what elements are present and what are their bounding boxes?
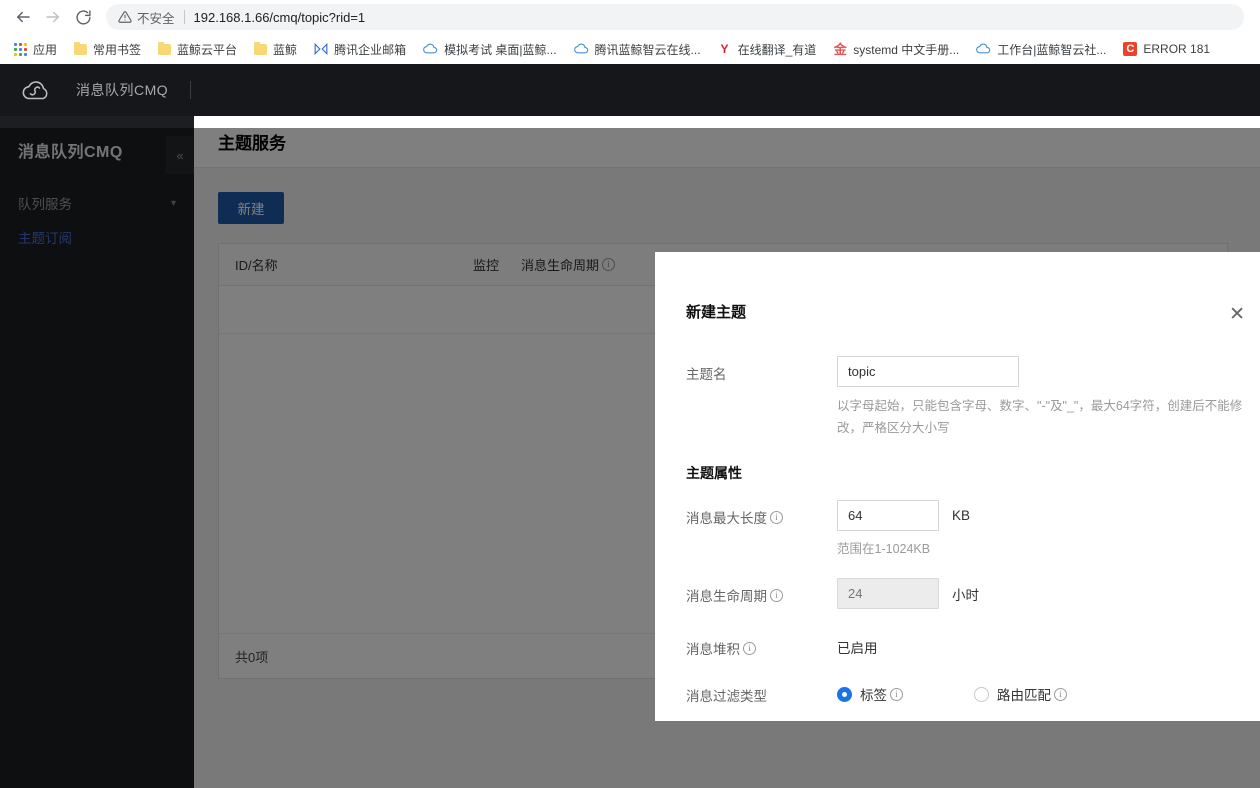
info-icon[interactable]: i [770,511,783,524]
field-accumulation: 消息堆积 i 已启用 [686,631,1244,658]
youdao-y-icon: Y [718,42,732,56]
radio-option-tag[interactable]: 标签 i [837,684,903,704]
bookmark-label: 模拟考试 桌面|蓝鲸... [444,41,556,58]
bookmark-item[interactable]: 常用书签 [66,37,149,61]
field-label: 消息生命周期 i [686,578,837,605]
jin-icon: 金 [833,42,847,56]
close-icon[interactable]: ✕ [1229,305,1245,330]
bookmarks-bar: 应用 常用书签 蓝鲸云平台 蓝鲸 腾讯企业邮箱 模拟考试 桌面|蓝鲸... [0,34,1260,64]
radio-label-text: 路由匹配 [997,684,1051,704]
dialog-header: 新建主题 ✕ [655,252,1260,330]
cloud-icon [976,43,991,55]
bookmark-item[interactable]: 蓝鲸 [246,37,305,61]
bookmark-label: 蓝鲸云平台 [177,41,237,58]
max-length-input[interactable] [837,500,939,531]
radio-label: 路由匹配 i [997,684,1067,704]
radio-option-route-match[interactable]: 路由匹配 i [974,684,1067,704]
cloud-icon [423,43,438,55]
info-icon[interactable]: i [890,688,903,701]
product-name: 消息队列CMQ [76,80,168,100]
max-length-help-text: 范围在1-1024KB [837,538,1244,560]
bookmark-label: 常用书签 [93,41,141,58]
bookmark-item[interactable]: C ERROR 181 [1115,37,1218,61]
field-max-length: 消息最大长度 i KB [686,500,1244,531]
mail-bowtie-icon [314,42,328,56]
create-topic-dialog: 新建主题 ✕ 主题名 以字母起始，只能包含字母、数字、"-"及"_"，最大64字… [655,252,1260,721]
url-text: 192.168.1.66/cmq/topic?rid=1 [194,10,366,25]
c-square-icon: C [1123,42,1137,56]
apps-shortcut[interactable]: 应用 [6,37,65,61]
bookmark-item[interactable]: Y 在线翻译_有道 [710,37,825,61]
radio-label-text: 标签 [860,684,887,704]
filter-type-radio-group: 标签 i 路由匹配 i [837,678,1067,704]
cloud-logo-icon[interactable] [18,72,54,108]
lifecycle-input[interactable] [837,578,939,609]
dialog-body: 主题名 以字母起始，只能包含字母、数字、"-"及"_"，最大64字符，创建后不能… [655,330,1260,721]
field-label: 消息过滤类型 [686,678,837,705]
bookmark-label: 工作台|蓝鲸智云社... [997,41,1106,58]
address-bar[interactable]: 不安全 192.168.1.66/cmq/topic?rid=1 [106,4,1244,30]
bookmark-item[interactable]: 工作台|蓝鲸智云社... [968,37,1114,61]
folder-icon [158,44,171,55]
browser-chrome: 不安全 192.168.1.66/cmq/topic?rid=1 应用 常用书签… [0,0,1260,64]
forward-icon[interactable] [38,2,68,32]
field-label-text: 消息最大长度 [686,507,767,527]
info-icon[interactable]: i [743,642,756,655]
folder-icon [74,44,87,55]
bookmark-item[interactable]: 腾讯企业邮箱 [306,37,414,61]
bookmark-item[interactable]: 模拟考试 桌面|蓝鲸... [415,37,564,61]
reload-icon[interactable] [68,2,98,32]
dialog-footer: 提交 关闭 [686,705,1244,721]
bookmark-label: 蓝鲸 [273,41,297,58]
bookmark-item[interactable]: 金 systemd 中文手册... [825,37,967,61]
cloud-icon [574,43,589,55]
bookmark-label: systemd 中文手册... [853,41,959,58]
bookmark-item[interactable]: 腾讯蓝鲸智云在线... [566,37,709,61]
bookmark-label: 在线翻译_有道 [738,41,817,58]
max-length-unit: KB [952,508,970,523]
accumulation-value: 已启用 [837,631,878,657]
app-top-header: 消息队列CMQ [0,64,1260,116]
browser-toolbar: 不安全 192.168.1.66/cmq/topic?rid=1 [0,0,1260,34]
field-label-text: 消息堆积 [686,638,740,658]
field-topic-name: 主题名 [686,356,1244,387]
bookmark-label: 腾讯企业邮箱 [334,41,406,58]
radio-indicator[interactable] [974,687,989,702]
bookmark-item[interactable]: 蓝鲸云平台 [150,37,245,61]
info-icon[interactable]: i [770,589,783,602]
bookmark-label: 腾讯蓝鲸智云在线... [595,41,701,58]
folder-icon [254,44,267,55]
apps-label: 应用 [33,41,57,58]
apps-grid-icon [14,43,27,56]
field-filter-type: 消息过滤类型 标签 i 路由匹配 i [686,678,1244,705]
field-label: 主题名 [686,356,837,383]
topic-name-input[interactable] [837,356,1019,387]
field-label-text: 消息生命周期 [686,585,767,605]
field-label: 消息最大长度 i [686,500,837,527]
back-icon[interactable] [8,2,38,32]
dialog-title: 新建主题 [686,301,746,330]
security-status-label: 不安全 [137,8,175,27]
lifecycle-unit: 小时 [952,584,979,604]
field-lifecycle: 消息生命周期 i 小时 [686,578,1244,609]
topic-name-help-text: 以字母起始，只能包含字母、数字、"-"及"_"，最大64字符，创建后不能修改，严… [837,395,1244,439]
not-secure-warning-icon [118,10,132,24]
radio-label: 标签 i [860,684,903,704]
topic-attributes-section-title: 主题属性 [686,463,1244,483]
omnibox-divider [184,10,185,24]
radio-indicator[interactable] [837,687,852,702]
info-icon[interactable]: i [1054,688,1067,701]
field-label: 消息堆积 i [686,631,837,658]
header-divider [190,81,191,99]
bookmark-label: ERROR 181 [1143,42,1210,56]
